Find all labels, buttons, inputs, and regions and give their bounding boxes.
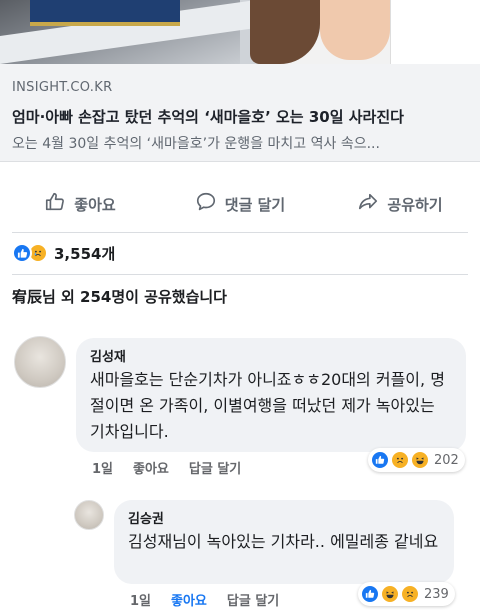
shirt — [390, 0, 480, 64]
thumbs-up-icon — [44, 191, 66, 217]
like-button[interactable]: 좋아요 — [0, 182, 160, 226]
haha-reaction-icon — [380, 584, 400, 604]
reply-bubble: 김승권 김성재님이 녹아있는 기차라.. 에밀레종 같네요 — [114, 500, 454, 584]
share-button[interactable]: 공유하기 — [320, 182, 480, 226]
link-description: 오는 4월 30일 추억의 ‘새마을호’가 운행을 마치고 역사 속으... — [12, 136, 380, 152]
comment-time: 1일 — [92, 462, 114, 477]
comment-reaction-count: 239 — [424, 586, 449, 602]
comment-reactions[interactable]: 202 — [368, 448, 465, 472]
comment-label: 댓글 달기 — [224, 195, 286, 214]
comment-reactions[interactable]: 239 — [358, 582, 455, 606]
link-domain: INSIGHT.CO.KR — [12, 80, 113, 95]
comment-text: 새마을호는 단순기차가 아니죠ㅎㅎ20대의 커플이, 명절이면 온 가족이, 이… — [90, 370, 445, 441]
comment-author[interactable]: 김승권 — [128, 508, 440, 527]
comment-reaction-count: 202 — [434, 452, 459, 468]
sad-reaction-icon — [390, 450, 410, 470]
comment-like-link[interactable]: 좋아요 — [133, 458, 169, 477]
comment-bubble: 김성재 새마을호는 단순기차가 아니죠ㅎㅎ20대의 커플이, 명절이면 온 가족… — [76, 338, 466, 452]
comment-bubble-icon — [195, 191, 217, 217]
post-action-bar: 좋아요 댓글 달기 공유하기 — [0, 182, 480, 226]
like-reaction-icon — [360, 584, 380, 604]
like-label: 좋아요 — [74, 195, 116, 214]
sad-reaction-icon — [400, 584, 420, 604]
share-label: 공유하기 — [387, 195, 443, 214]
comment-meta: 1일 좋아요 답글 달기 — [130, 590, 279, 609]
comment-meta: 1일 좋아요 답글 달기 — [92, 458, 241, 477]
comment-button[interactable]: 댓글 달기 — [160, 182, 320, 226]
reactions-summary[interactable]: 3,554개 — [12, 238, 115, 268]
divider — [12, 232, 468, 233]
comment-reply-link[interactable]: 답글 달기 — [189, 458, 241, 477]
like-reaction-icon — [370, 450, 390, 470]
link-preview-image[interactable] — [0, 0, 480, 64]
avatar[interactable] — [74, 500, 104, 530]
face — [320, 0, 390, 60]
like-reaction-icon — [12, 243, 32, 263]
reaction-icons — [12, 243, 48, 263]
shares-text[interactable]: 宥辰님 외 254명이 공유했습니다 — [12, 286, 227, 307]
train — [30, 0, 180, 26]
comment-text: 김성재님이 녹아있는 기차라.. 에밀레종 같네요 — [128, 532, 439, 551]
comment-author[interactable]: 김성재 — [90, 346, 452, 365]
haha-reaction-icon — [410, 450, 430, 470]
share-arrow-icon — [357, 191, 379, 217]
link-title[interactable]: 엄마·아빠 손잡고 탔던 추억의 ‘새마을호’ 오는 30일 사라진다 — [12, 106, 468, 127]
comment-like-link[interactable]: 좋아요 — [171, 590, 207, 609]
avatar[interactable] — [14, 336, 66, 388]
divider — [12, 274, 468, 275]
comment-time: 1일 — [130, 594, 152, 609]
reaction-count: 3,554개 — [54, 244, 116, 263]
link-preview-card[interactable]: INSIGHT.CO.KR 엄마·아빠 손잡고 탔던 추억의 ‘새마을호’ 오는… — [0, 64, 480, 162]
comment-reply-link[interactable]: 답글 달기 — [227, 590, 279, 609]
